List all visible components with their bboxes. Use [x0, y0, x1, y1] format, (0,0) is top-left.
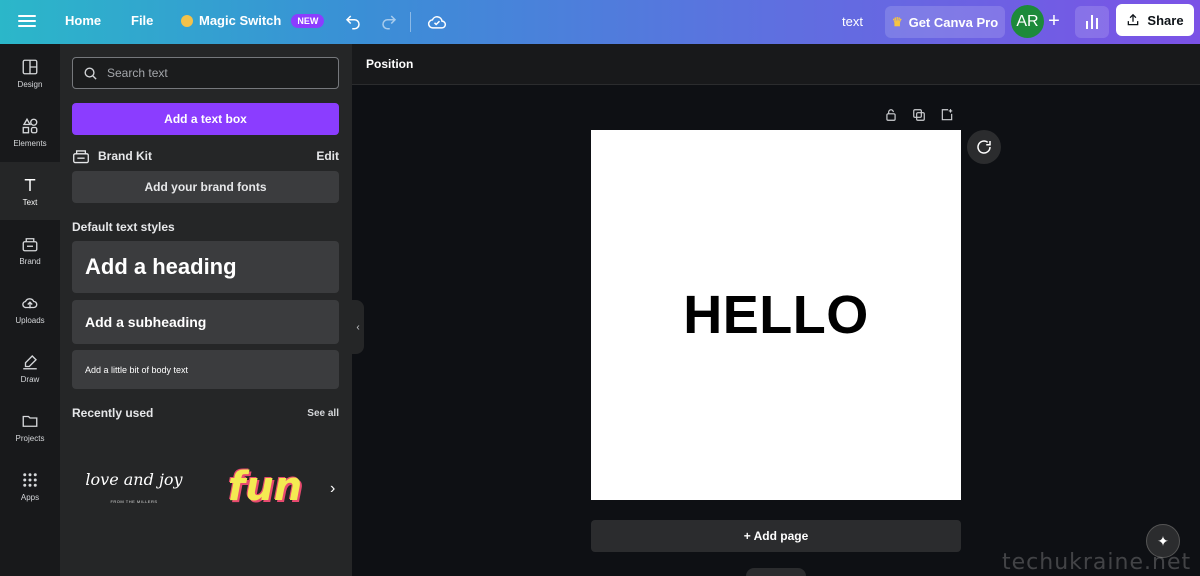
bar-chart-icon [1086, 15, 1098, 29]
chevron-left-icon: ‹ [356, 321, 360, 333]
rail-item-brand[interactable]: Brand [0, 221, 60, 279]
rail-item-projects[interactable]: Projects [0, 398, 60, 456]
search-box[interactable] [72, 57, 339, 89]
rail-item-design[interactable]: Design [0, 44, 60, 102]
add-body-text-button[interactable]: Add a little bit of body text [72, 350, 339, 389]
add-brand-fonts-button[interactable]: Add your brand fonts [72, 171, 339, 203]
uploads-icon [22, 297, 38, 308]
add-heading-button[interactable]: Add a heading [72, 241, 339, 293]
page-navigator-handle[interactable] [746, 568, 806, 576]
recent-font-combo[interactable]: fun [210, 459, 320, 515]
avatar[interactable]: AR [1011, 5, 1044, 38]
cloud-saved-icon[interactable] [426, 11, 448, 33]
magic-switch-icon [181, 14, 193, 27]
top-bar: Home File Magic Switch NEW text ♛ Get Ca… [0, 0, 1200, 44]
magic-switch-button[interactable]: Magic Switch NEW [181, 13, 325, 28]
new-badge: NEW [291, 13, 325, 28]
crown-icon: ♛ [891, 15, 903, 29]
get-canva-pro-label: Get Canva Pro [908, 14, 999, 30]
rail-label: Apps [20, 492, 40, 502]
rail-label: Projects [15, 433, 45, 443]
menu-icon[interactable] [18, 12, 36, 30]
position-button[interactable]: Position [366, 57, 413, 71]
add-page-button[interactable]: + Add page [591, 520, 961, 552]
chevron-right-icon[interactable]: › [330, 480, 335, 498]
canvas-refresh-button[interactable] [967, 130, 1001, 164]
collapse-panel-handle[interactable]: ‹ [352, 300, 364, 354]
rail-item-apps[interactable]: Apps [0, 457, 60, 515]
magic-switch-label: Magic Switch [199, 13, 282, 28]
recent-font-sub: FROM THE MILLERS [110, 499, 158, 504]
text-panel: Add a text box Brand Kit Edit Add your b… [60, 44, 352, 576]
see-all-link[interactable]: See all [307, 408, 339, 419]
brand-kit-row: Brand Kit Edit [72, 147, 339, 165]
rail-item-text[interactable]: Text [0, 162, 60, 220]
rail-item-uploads[interactable]: Uploads [0, 280, 60, 338]
page-tools [884, 108, 954, 122]
brand-kit-edit-link[interactable]: Edit [316, 149, 339, 163]
add-text-box-button[interactable]: Add a text box [72, 103, 339, 135]
recent-font-combo[interactable]: love and joy FROM THE MILLERS [74, 454, 194, 520]
get-canva-pro-button[interactable]: ♛ Get Canva Pro [885, 6, 1005, 38]
rail-item-elements[interactable]: Elements [0, 103, 60, 161]
context-toolbar: Position [352, 44, 1200, 85]
search-icon [84, 67, 97, 80]
rail-item-draw[interactable]: Draw [0, 339, 60, 397]
search-input[interactable] [107, 66, 327, 80]
left-rail: Design Elements Text Brand Uploads Draw … [0, 44, 60, 576]
default-text-styles-title: Default text styles [72, 220, 175, 234]
toolbar-divider [410, 12, 411, 32]
rail-label: Text [22, 197, 38, 207]
file-menu[interactable]: File [131, 13, 153, 28]
design-canvas[interactable]: HELLO [591, 130, 961, 500]
rail-label: Elements [13, 138, 47, 148]
share-button[interactable]: Share [1116, 4, 1194, 36]
rail-label: Brand [19, 256, 41, 266]
add-page-icon[interactable] [940, 108, 954, 122]
share-label: Share [1147, 12, 1184, 28]
brand-kit-icon [73, 150, 89, 164]
invite-plus-icon[interactable]: + [1046, 10, 1062, 33]
rail-label: Design [17, 79, 43, 89]
insights-button[interactable] [1075, 6, 1109, 38]
brand-icon [22, 237, 38, 251]
duplicate-page-icon[interactable] [912, 108, 926, 122]
redo-icon[interactable] [378, 11, 400, 33]
share-icon [1128, 13, 1139, 26]
elements-icon [22, 117, 38, 133]
refresh-icon [977, 140, 991, 154]
rail-label: Draw [20, 374, 40, 384]
canvas-text[interactable]: HELLO [683, 284, 869, 346]
text-icon [24, 178, 36, 191]
undo-icon[interactable] [342, 11, 364, 33]
recently-used-title: Recently used [72, 406, 154, 420]
home-link[interactable]: Home [65, 13, 101, 28]
sparkle-icon: ✦ [1157, 532, 1169, 549]
lock-icon[interactable] [884, 108, 898, 122]
recent-font-main: love and joy [85, 470, 183, 489]
rail-label: Uploads [15, 315, 45, 325]
watermark: techukraine.net [1002, 550, 1192, 575]
add-subheading-button[interactable]: Add a subheading [72, 300, 339, 344]
document-name[interactable]: text [842, 14, 863, 29]
projects-icon [22, 415, 38, 427]
design-icon [22, 59, 38, 74]
brand-kit-label: Brand Kit [98, 149, 152, 163]
draw-icon [23, 354, 37, 369]
apps-icon [23, 472, 37, 487]
